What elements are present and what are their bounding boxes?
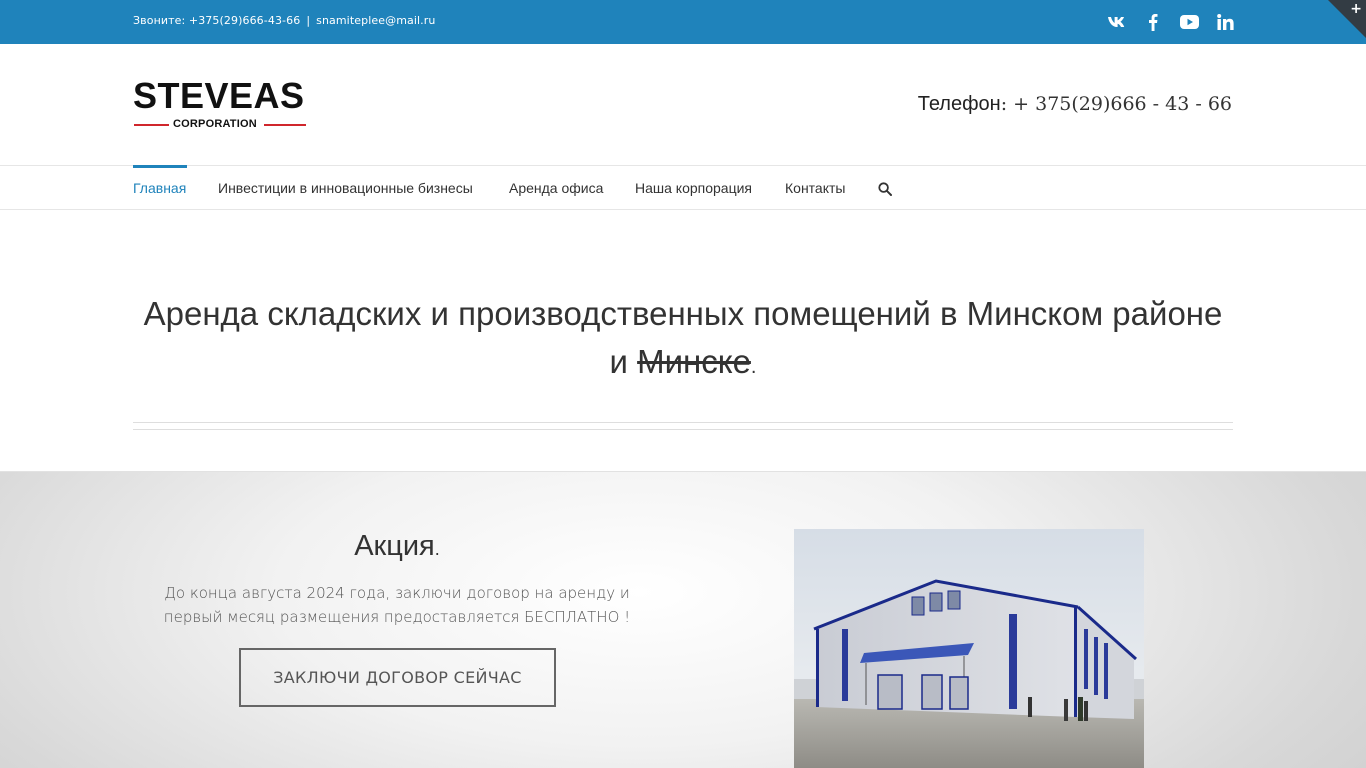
topbar-contact: Звоните: +375(29)666-43-66 | snamiteplee@m… [133, 14, 435, 27]
search-icon[interactable] [878, 182, 892, 196]
logo-main-text: STEVEAS [133, 75, 305, 116]
topbar-email[interactable]: snamiteplee@mail.ru [316, 14, 435, 27]
nav-item-office-rent[interactable]: Аренда офиса [509, 180, 603, 196]
plus-icon[interactable]: + [1350, 1, 1362, 17]
warehouse-image [794, 529, 1144, 768]
nav-item-home[interactable]: Главная [133, 180, 186, 196]
logo-line-right [264, 124, 306, 126]
phone-number[interactable]: + 375(29)666 - 43 - 66 [1007, 93, 1232, 115]
promo-title-text: Акция [354, 530, 435, 562]
topbar-phone[interactable]: Звоните: +375(29)666-43-66 [133, 14, 300, 27]
nav-active-indicator [133, 165, 187, 168]
linkedin-icon[interactable] [1215, 11, 1235, 33]
facebook-icon[interactable] [1145, 11, 1161, 33]
nav-item-contacts[interactable]: Контакты [785, 180, 845, 196]
nav-item-investments[interactable]: Инвестиции в инновационные бизнесы [218, 180, 473, 196]
logo-sub-text: CORPORATION [173, 118, 257, 130]
page-title-strike: Минске [637, 343, 751, 380]
nav-item-corporation[interactable]: Наша корпорация [635, 180, 752, 196]
promo-title: Акция. [133, 530, 661, 563]
promo-title-dot: . [434, 539, 440, 559]
page-title: Аренда складских и производственных поме… [133, 290, 1233, 391]
topbar-separator: | [306, 14, 311, 27]
title-divider-1 [133, 422, 1233, 423]
header-divider-bottom [0, 209, 1366, 210]
title-divider-2 [133, 429, 1233, 430]
phone-label: Телефон [917, 93, 1001, 115]
header-phone: Телефон: + 375(29)666 - 43 - 66 [918, 93, 1232, 116]
sign-contract-button[interactable]: ЗАКЛЮЧИ ДОГОВОР СЕЙЧАС [239, 648, 556, 707]
vk-icon[interactable] [1106, 11, 1128, 33]
promo-text: До конца августа 2024 года, заключи дого… [163, 584, 631, 626]
logo-line-left [134, 124, 169, 126]
page-title-line1: Аренда складских и производственных поме… [143, 295, 1223, 332]
page-title-prefix: и [609, 343, 638, 380]
page-title-suffix: . [750, 356, 757, 378]
youtube-icon[interactable] [1179, 11, 1199, 33]
top-bar: Звоните: +375(29)666-43-66 | snamiteplee@m… [0, 0, 1366, 44]
site-logo[interactable]: STEVEAS CORPORATION [133, 78, 308, 133]
header-divider-top [0, 165, 1366, 166]
